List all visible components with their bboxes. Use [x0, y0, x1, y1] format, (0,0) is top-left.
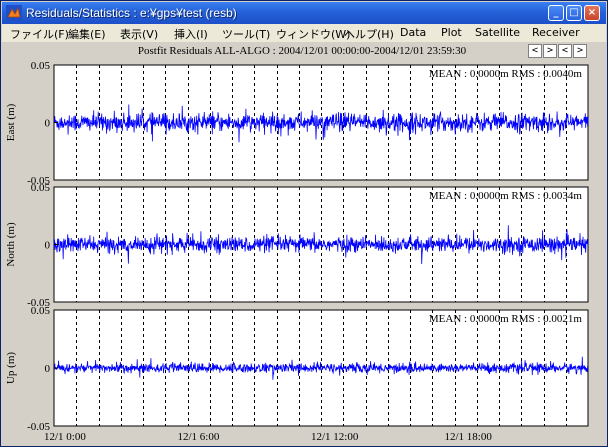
x-tick-label: 12/1 0:00	[44, 431, 86, 443]
x-tick-label: 12/1 12:00	[311, 431, 359, 443]
menu-bar: ファイル(F) 編集(E) 表示(V) 挿入(I) ツール(T) ウィンドウ(W…	[2, 24, 606, 42]
y-tick-label: 0	[45, 363, 51, 375]
x-tick-label: 12/1 6:00	[178, 431, 220, 443]
menu-plot[interactable]: Plot	[441, 26, 462, 39]
menu-file[interactable]: ファイル(F)	[10, 26, 69, 42]
menu-insert[interactable]: 挿入(I)	[174, 26, 208, 42]
x-tick-label: 12/1 18:00	[445, 431, 493, 443]
menu-view[interactable]: 表示(V)	[120, 26, 158, 42]
menu-data[interactable]: Data	[400, 26, 426, 39]
menu-tools[interactable]: ツール(T)	[222, 26, 270, 42]
stats-label: MEAN : 0.0000m RMS : 0.0040m	[429, 68, 583, 80]
y-tick-label: 0.05	[31, 182, 51, 194]
y-tick-label: 0.05	[31, 305, 51, 317]
y-tick-label: 0	[45, 118, 51, 130]
y-tick-label: 0	[45, 240, 51, 252]
app-window: Residuals/Statistics : e:¥gps¥test (resb…	[0, 0, 608, 447]
y-axis-label: Up (m)	[5, 352, 17, 384]
y-axis-label: North (m)	[5, 222, 17, 267]
window-title: Residuals/Statistics : e:¥gps¥test (resb…	[26, 6, 237, 20]
title-bar[interactable]: Residuals/Statistics : e:¥gps¥test (resb…	[2, 2, 606, 24]
minimize-button[interactable]: _	[548, 5, 564, 21]
y-axis-label: East (m)	[5, 103, 17, 141]
stats-label: MEAN : 0.0000m RMS : 0.0021m	[429, 313, 583, 325]
stats-label: MEAN : 0.0000m RMS : 0.0034m	[429, 190, 583, 202]
maximize-button[interactable]: □	[566, 5, 582, 21]
matlab-app-icon	[6, 5, 22, 21]
menu-receiver[interactable]: Receiver	[532, 26, 580, 39]
figure-area: Postfit Residuals ALL-ALGO : 2004/12/01 …	[2, 42, 606, 446]
menu-edit[interactable]: 編集(E)	[68, 26, 106, 42]
residual-charts[interactable]: 0.050-0.05East (m)MEAN : 0.0000m RMS : 0…	[2, 42, 606, 446]
y-tick-label: 0.05	[31, 60, 51, 72]
menu-window[interactable]: ウィンドウ(W)	[276, 26, 350, 42]
menu-satellite[interactable]: Satellite	[475, 26, 520, 39]
menu-help[interactable]: ヘルプ(H)	[344, 26, 394, 42]
close-button[interactable]: ×	[584, 5, 600, 21]
